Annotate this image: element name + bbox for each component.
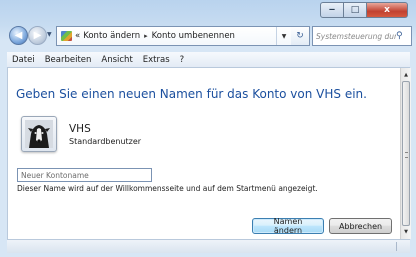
rename-button[interactable]: Namen ändern <box>252 217 324 235</box>
minimize-button[interactable]: ‒ <box>320 2 344 18</box>
menu-extras[interactable]: Extras <box>138 55 175 65</box>
dog-picture-icon <box>21 116 57 152</box>
scroll-down-icon[interactable]: ▼ <box>401 227 411 237</box>
menu-help[interactable]: ? <box>175 55 190 65</box>
scroll-up-icon[interactable]: ▲ <box>401 70 411 80</box>
back-button[interactable]: ◀ <box>9 26 28 45</box>
recent-pages-dropdown[interactable]: ▼ <box>47 31 52 38</box>
maximize-button[interactable]: □ <box>344 2 367 18</box>
menu-ansicht[interactable]: Ansicht <box>96 55 137 65</box>
refresh-icon: ↻ <box>296 31 304 41</box>
account-type: Standardbenutzer <box>69 137 142 146</box>
cancel-button[interactable]: Abbrechen <box>329 218 392 234</box>
caption-buttons: ‒ □ x <box>320 2 408 18</box>
close-icon: x <box>384 5 390 15</box>
window-frame: ‒ □ x ◀ ▶ ▼ « Konto ändern ▸ Konto umben… <box>0 0 416 257</box>
vertical-scrollbar[interactable]: ▲ ▼ <box>400 68 411 239</box>
breadcrumb-konto-umbenennen[interactable]: Konto umbenennen <box>149 31 238 41</box>
navigation-bar: ◀ ▶ ▼ « Konto ändern ▸ Konto umbenennen … <box>0 22 416 48</box>
maximize-icon: □ <box>350 5 360 15</box>
search-input[interactable] <box>313 31 396 41</box>
account-name: VHS <box>69 123 91 135</box>
status-divider <box>396 242 397 251</box>
control-panel-icon <box>61 31 72 41</box>
name-hint-text: Dieser Name wird auf der Willkommensseit… <box>17 184 318 193</box>
arrow-right-icon: ▶ <box>33 30 42 41</box>
grip-icon <box>405 152 408 158</box>
menu-datei[interactable]: Datei <box>7 55 40 65</box>
menu-bar: Datei Bearbeiten Ansicht Extras ? <box>7 52 410 68</box>
address-bar[interactable]: « Konto ändern ▸ Konto umbenennen ▼ <box>56 26 292 46</box>
search-icon[interactable]: ⚲ <box>396 31 408 41</box>
breadcrumb-konto-aendern[interactable]: Konto ändern <box>80 31 143 41</box>
menu-bearbeiten[interactable]: Bearbeiten <box>40 55 97 65</box>
new-account-name-field[interactable] <box>17 168 152 182</box>
page-title: Geben Sie einen neuen Namen für das Kont… <box>16 87 367 101</box>
arrow-left-icon: ◀ <box>14 30 23 41</box>
search-box[interactable]: ⚲ <box>312 26 412 46</box>
forward-button[interactable]: ▶ <box>28 26 47 45</box>
scrollbar-thumb[interactable] <box>402 81 410 226</box>
minimize-icon: ‒ <box>328 5 336 15</box>
close-button[interactable]: x <box>367 2 408 18</box>
refresh-button[interactable]: ↻ <box>291 26 310 46</box>
status-bar <box>7 239 410 253</box>
address-dropdown-icon[interactable]: ▼ <box>276 27 291 45</box>
content-pane: Geben Sie einen neuen Namen für das Kont… <box>7 68 400 239</box>
